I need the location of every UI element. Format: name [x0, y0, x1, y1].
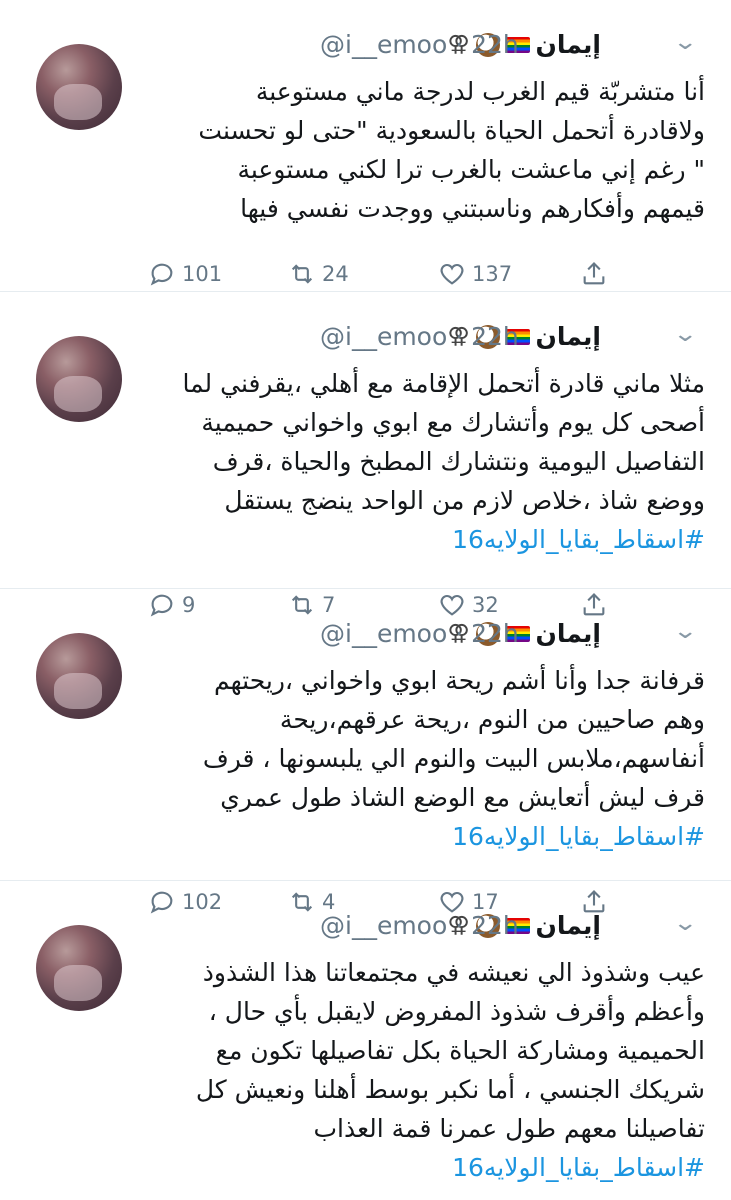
chevron-down-icon[interactable]: ⌄: [672, 619, 698, 644]
tweet-text-line: ووضع شاذ ،خلاص لازم من الواحد ينضج يستقل: [224, 486, 705, 515]
tweet-body: عيب وشذوذ الي نعيشه في مجتمعاتنا هذا الش…: [135, 953, 705, 1148]
tweet-text-line: التفاصيل اليومية ونتشارك المطبخ والحياة …: [212, 447, 705, 476]
avatar[interactable]: [36, 44, 122, 130]
tweet-text: عيب وشذوذ الي نعيشه في مجتمعاتنا هذا الش…: [135, 953, 705, 1187]
tweet[interactable]: إيمان ⚢ @i__emoo · 22h ⌄ قرفانة جدا وأنا…: [0, 589, 731, 914]
tweet-text-line: ولاقادرة أتحمل الحياة بالسعودية "حتى لو …: [198, 116, 705, 145]
reply-count: 101: [182, 262, 223, 286]
display-name[interactable]: إيمان: [536, 322, 601, 351]
tweet-text-line: قرف ليش أتعايش مع الوضع الشاذ طول عمري: [220, 783, 705, 812]
chevron-down-icon[interactable]: ⌄: [672, 322, 698, 347]
heart-icon: [440, 263, 464, 285]
tweet-body: مثلا ماني قادرة أتحمل الإقامة مع أهلي ،ي…: [135, 364, 705, 520]
timeline: إيمان ⚢ @i__emoo · 22h ⌄ أنا متشربّة قيم…: [0, 0, 731, 1200]
tweet-text-line: أنا متشربّة قيم الغرب لدرجة ماني مستوعبة: [255, 77, 705, 106]
tweet-text-line: عيب وشذوذ الي نعيشه في مجتمعاتنا هذا الش…: [202, 958, 705, 987]
tweet-text-line: وأعظم وأقرف شذوذ المفروض لايقبل بأي حال …: [208, 997, 705, 1026]
reply-button[interactable]: 101: [148, 260, 222, 288]
like-button[interactable]: 137: [438, 260, 512, 288]
tweet-actions: 101 24 137: [148, 260, 618, 294]
tweet-text-line: قيمهم وأفكارهم وناسبتني ووجدت نفسي فيها: [240, 194, 705, 223]
chevron-down-icon[interactable]: ⌄: [672, 30, 698, 55]
tweet-text: أنا متشربّة قيم الغرب لدرجة ماني مستوعبة…: [135, 72, 705, 228]
tweet-body: قرفانة جدا وأنا أشم ريحة ابوي واخواني ،ر…: [135, 661, 705, 817]
share-icon: [583, 262, 605, 285]
tweet-text-line: مثلا ماني قادرة أتحمل الإقامة مع أهلي ،ي…: [182, 369, 705, 398]
tweet-text-line: " رغم إني ماعشت بالغرب ترا لكني مستوعبة: [237, 155, 705, 184]
handle-and-time[interactable]: @i__emoo · 22h: [320, 619, 519, 648]
retweet-icon: [291, 264, 313, 284]
tweet-text-line: شريكك الجنسي ، أما نكبر بوسط أهلنا ونعيش…: [195, 1075, 705, 1104]
tweet[interactable]: إيمان ⚢ @i__emoo · 22h ⌄ مثلا ماني قادرة…: [0, 292, 731, 617]
tweet-text: قرفانة جدا وأنا أشم ريحة ابوي واخواني ،ر…: [135, 661, 705, 856]
tweet-text: مثلا ماني قادرة أتحمل الإقامة مع أهلي ،ي…: [135, 364, 705, 559]
handle-and-time[interactable]: @i__emoo · 22h: [320, 322, 519, 351]
tweet[interactable]: إيمان ⚢ @i__emoo · 22h ⌄ أنا متشربّة قيم…: [0, 0, 731, 292]
share-button[interactable]: [580, 260, 608, 288]
tweet-body: أنا متشربّة قيم الغرب لدرجة ماني مستوعبة…: [135, 72, 705, 228]
hashtag-link[interactable]: #اسقاط_بقايا_الولايه16: [135, 817, 705, 856]
handle-and-time[interactable]: @i__emoo · 22h: [320, 30, 519, 59]
tweet[interactable]: إيمان ⚢ @i__emoo · 22h ⌄ عيب وشذوذ الي ن…: [0, 881, 731, 1200]
tweet-text-line: الحميمية ومشاركة الحياة بكل تفاصيلها تكو…: [215, 1036, 705, 1065]
retweet-count: 24: [322, 262, 349, 286]
retweet-button[interactable]: 24: [288, 260, 349, 288]
hashtag-link[interactable]: #اسقاط_بقايا_الولايه16: [135, 1148, 705, 1187]
avatar[interactable]: [36, 336, 122, 422]
like-count: 137: [472, 262, 513, 286]
tweet-text-line: وهم صاحيين من النوم ،ريحة عرقهم،ريحة: [279, 705, 705, 734]
tweet-text-line: قرفانة جدا وأنا أشم ريحة ابوي واخواني ،ر…: [214, 666, 705, 695]
display-name[interactable]: إيمان: [536, 619, 601, 648]
chevron-down-icon[interactable]: ⌄: [672, 911, 698, 936]
avatar[interactable]: [36, 925, 122, 1011]
reply-icon: [150, 263, 173, 286]
handle-and-time[interactable]: @i__emoo · 22h: [320, 911, 519, 940]
tweet-text-line: أصحى كل يوم وأتشارك مع ابوي واخواني حميم…: [201, 408, 705, 437]
display-name[interactable]: إيمان: [536, 911, 601, 940]
display-name[interactable]: إيمان: [536, 30, 601, 59]
hashtag-link[interactable]: #اسقاط_بقايا_الولايه16: [135, 520, 705, 559]
tweet-text-line: تفاصيلنا معهم طول عمرنا قمة العذاب: [313, 1114, 705, 1143]
tweet-text-line: أنفاسهم،ملابس البيت والنوم الي يلبسونها …: [202, 744, 705, 773]
avatar[interactable]: [36, 633, 122, 719]
